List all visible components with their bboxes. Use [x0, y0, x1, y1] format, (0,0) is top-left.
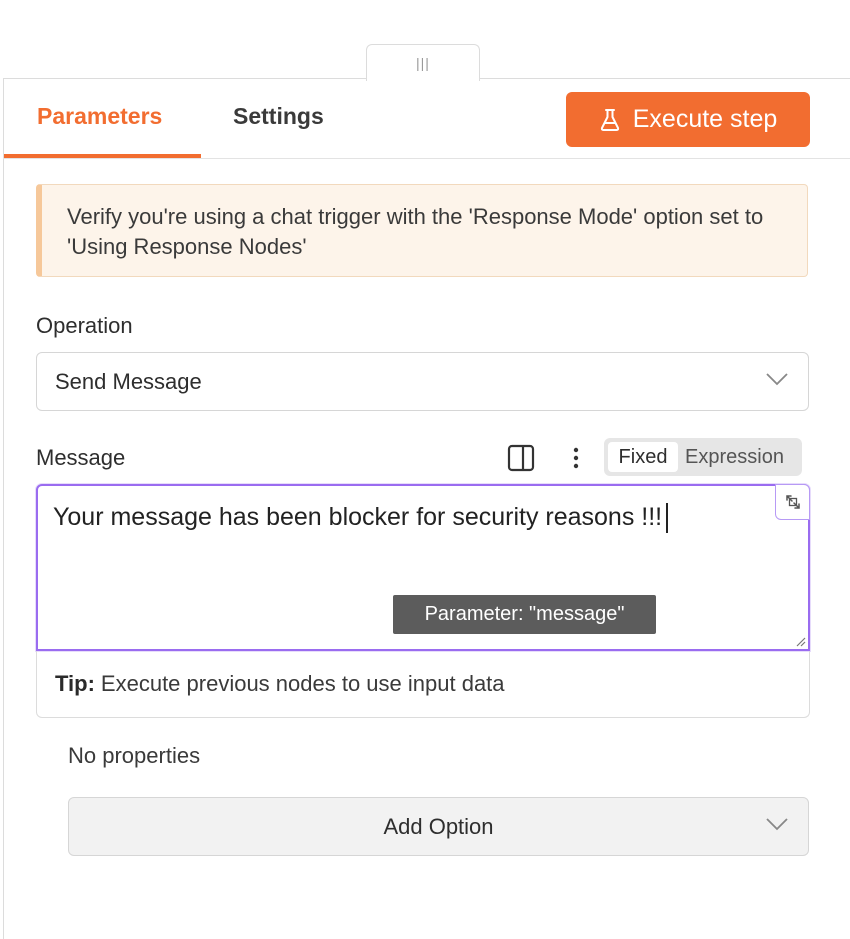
- fixed-expression-toggle: Fixed Expression: [604, 438, 802, 476]
- tip-box: Tip: Execute previous nodes to use input …: [36, 651, 810, 718]
- tab-settings[interactable]: Settings: [233, 103, 324, 130]
- message-label: Message: [36, 445, 126, 470]
- parameter-tooltip: Parameter: "message": [393, 595, 656, 634]
- operation-value: Send Message: [55, 369, 202, 394]
- message-text: Your message has been blocker for securi…: [53, 503, 669, 534]
- notice-text: Verify you're using a chat trigger with …: [67, 204, 764, 259]
- expand-icon: [785, 495, 800, 509]
- toggle-fixed[interactable]: Fixed: [608, 442, 678, 472]
- tip-prefix: Tip:: [55, 671, 95, 696]
- expand-editor-button[interactable]: [775, 484, 810, 520]
- flask-icon: [600, 108, 619, 131]
- execute-step-button[interactable]: Execute step: [566, 92, 810, 147]
- operation-select[interactable]: Send Message: [36, 352, 809, 411]
- add-option-label: Add Option: [383, 814, 494, 839]
- info-notice: Verify you're using a chat trigger with …: [36, 184, 808, 277]
- panel-toggle-button[interactable]: [507, 444, 535, 477]
- operation-label: Operation: [36, 313, 133, 338]
- text-caret: [666, 503, 669, 534]
- chevron-down-icon: [766, 373, 788, 386]
- chevron-down-icon: [766, 818, 788, 831]
- tip-text: Execute previous nodes to use input data: [100, 671, 505, 696]
- more-options-button[interactable]: [568, 446, 584, 475]
- drag-grip-icon: |||: [416, 55, 430, 71]
- execute-step-label: Execute step: [632, 105, 778, 133]
- toggle-expression[interactable]: Expression: [685, 442, 784, 472]
- tab-parameters[interactable]: Parameters: [37, 103, 162, 130]
- resize-handle-icon[interactable]: [794, 635, 806, 647]
- kebab-menu-icon: [573, 447, 579, 469]
- message-value: Your message has been blocker for securi…: [53, 503, 663, 531]
- sidebar-panel-icon: [507, 444, 535, 472]
- drag-handle[interactable]: |||: [366, 44, 480, 81]
- active-tab-indicator: [4, 154, 201, 158]
- add-option-button[interactable]: Add Option: [68, 797, 809, 856]
- no-properties-text: No properties: [68, 743, 201, 768]
